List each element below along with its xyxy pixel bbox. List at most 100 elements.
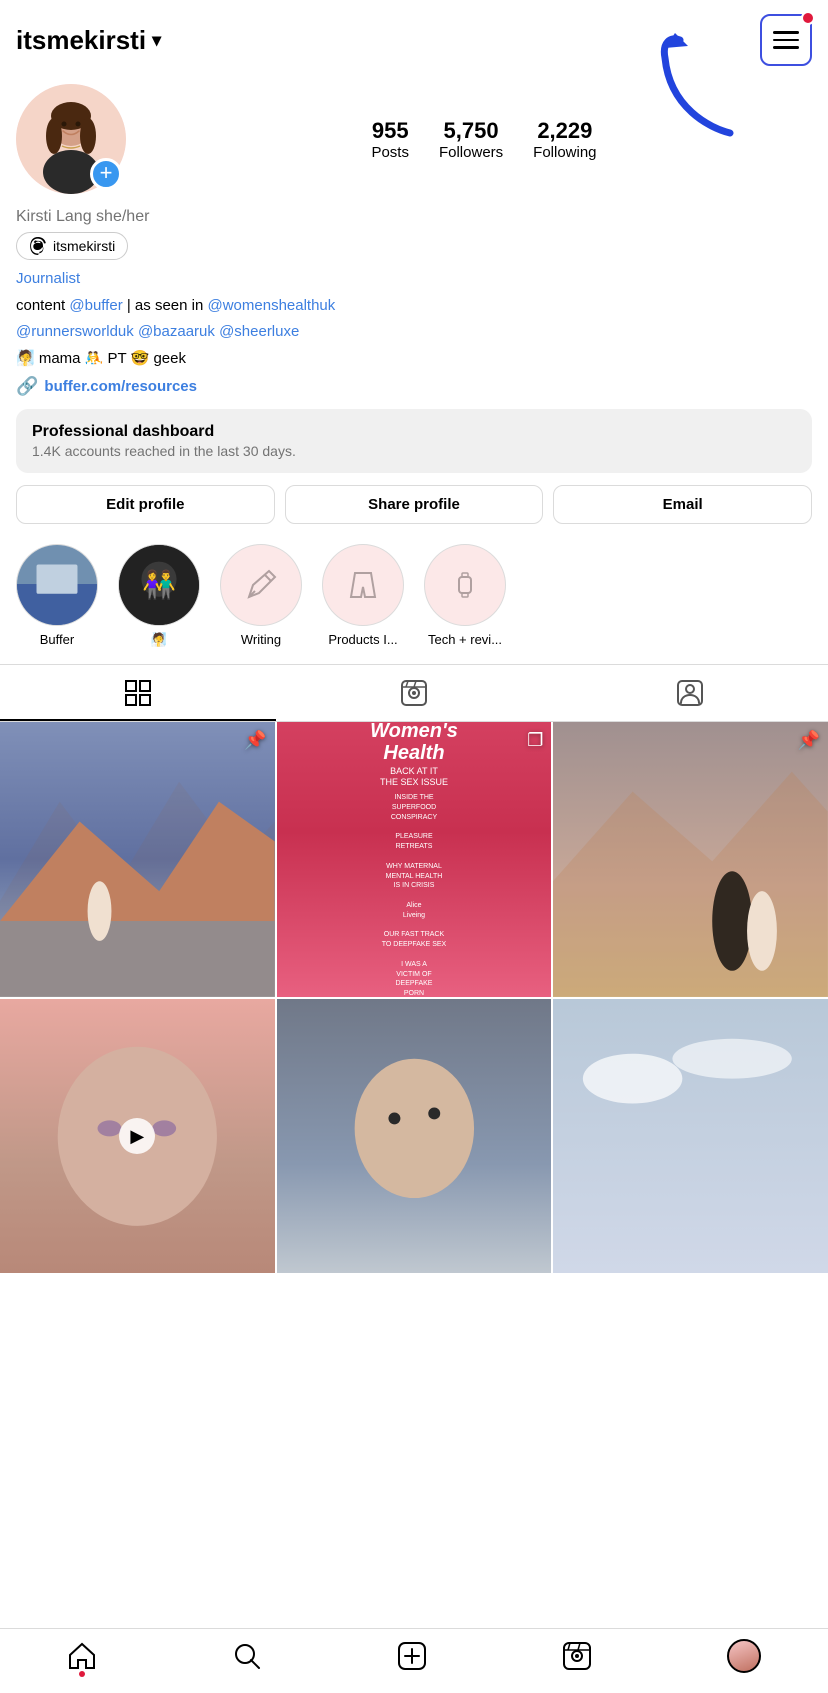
photo-cell-2[interactable]: Women'sHealth BACK AT ITTHE SEX ISSUE IN… <box>277 722 552 997</box>
nav-profile[interactable] <box>727 1639 761 1673</box>
highlight-label-buffer: Buffer <box>40 632 74 647</box>
profile-section: + 955 Posts 5,750 Followers 2,229 Follow… <box>0 74 828 664</box>
svg-text:👫: 👫 <box>142 569 176 600</box>
external-link[interactable]: 🔗 buffer.com/resources <box>16 376 812 397</box>
threads-logo-icon <box>29 237 47 255</box>
bazaar-link[interactable]: @bazaaruk <box>138 323 215 340</box>
add-to-story-button[interactable]: + <box>90 158 122 190</box>
create-icon <box>397 1641 427 1671</box>
highlight-label-writing: Writing <box>241 632 281 647</box>
menu-line-2 <box>773 39 799 42</box>
followers-stat[interactable]: 5,750 Followers <box>439 118 503 161</box>
posts-label: Posts <box>371 144 409 161</box>
avatar-wrapper: + <box>16 84 126 194</box>
threads-link[interactable]: itsmekirsti <box>16 232 128 260</box>
sheerluxe-link[interactable]: @sheerluxe <box>219 323 299 340</box>
photo-cell-4[interactable]: ▶ <box>0 999 275 1274</box>
menu-line-3 <box>773 46 799 49</box>
womenshealth-link[interactable]: @womenshealthuk <box>207 297 335 314</box>
display-name: Kirsti Lang <box>16 208 92 225</box>
following-count: 2,229 <box>537 118 592 144</box>
photo-cell-3[interactable]: 📌 <box>553 722 828 997</box>
following-stat[interactable]: 2,229 Following <box>533 118 596 161</box>
magazine-subtitle: BACK AT ITTHE SEX ISSUE <box>380 766 448 789</box>
action-buttons: Edit profile Share profile Email <box>16 485 812 524</box>
nav-search[interactable] <box>232 1641 262 1671</box>
bottom-nav-spacer <box>0 1273 828 1353</box>
content-tab-bar <box>0 664 828 722</box>
link-url: buffer.com/resources <box>44 378 197 395</box>
highlight-circle-writing <box>220 544 302 626</box>
header-icons <box>698 14 812 66</box>
highlight-buffer[interactable]: Buffer <box>16 544 98 648</box>
highlight-circle-products <box>322 544 404 626</box>
magazine-title: Women'sHealth <box>370 722 458 764</box>
writing-icon <box>241 565 281 605</box>
followers-count: 5,750 <box>444 118 499 144</box>
tab-tagged[interactable] <box>552 665 828 721</box>
runners-link[interactable]: @runnersworlduk <box>16 323 134 340</box>
following-label: Following <box>533 144 596 161</box>
username-text: itsmekirsti <box>16 25 146 56</box>
highlight-writing[interactable]: Writing <box>220 544 302 648</box>
buffer-link[interactable]: @buffer <box>69 297 122 314</box>
bio-emojis-line: 🧖 mama 🤼 PT 🤓 geek <box>16 348 812 371</box>
buffer-thumbnail <box>17 544 97 626</box>
bio-journalist: Journalist <box>16 268 812 291</box>
pin-icon-3: 📌 <box>798 730 820 751</box>
nav-create[interactable] <box>397 1641 427 1671</box>
email-button[interactable]: Email <box>553 485 812 524</box>
journalist-link[interactable]: Journalist <box>16 270 80 287</box>
header: itsmekirsti ▾ <box>0 0 828 74</box>
home-active-dot <box>79 1671 85 1677</box>
grid-icon <box>124 679 152 707</box>
products-icon <box>343 565 383 605</box>
highlights-row: Buffer 👫 🧖 Writing <box>16 540 812 664</box>
bio-content-line: content @buffer | as seen in @womensheal… <box>16 295 812 318</box>
profile-top: + 955 Posts 5,750 Followers 2,229 Follow… <box>16 84 812 194</box>
highlight-circle-emoji: 👫 <box>118 544 200 626</box>
bottom-navigation <box>0 1628 828 1693</box>
notification-button[interactable] <box>698 18 742 62</box>
nav-home[interactable] <box>67 1641 97 1671</box>
photo-grid: 📌 Women'sHealth BACK AT ITTHE SEX ISSUE … <box>0 722 828 1273</box>
search-icon <box>232 1641 262 1671</box>
photo-cell-6[interactable] <box>553 999 828 1274</box>
multi-icon-2: ❐ <box>527 730 543 751</box>
play-icon-4: ▶ <box>119 1118 155 1154</box>
tab-reels[interactable] <box>276 665 552 721</box>
highlight-circle-tech <box>424 544 506 626</box>
photo-cell-1[interactable]: 📌 <box>0 722 275 997</box>
home-icon <box>67 1641 97 1671</box>
tab-grid[interactable] <box>0 665 276 721</box>
highlight-products[interactable]: Products I... <box>322 544 404 648</box>
dashboard-subtitle: 1.4K accounts reached in the last 30 day… <box>32 443 796 459</box>
posts-stat[interactable]: 955 Posts <box>371 118 409 161</box>
highlight-emoji[interactable]: 👫 🧖 <box>118 544 200 648</box>
tagged-icon <box>676 679 704 707</box>
photo-5-image <box>277 999 552 1274</box>
highlight-label-emoji: 🧖 <box>151 632 167 648</box>
menu-notification-dot <box>801 11 815 25</box>
username-area[interactable]: itsmekirsti ▾ <box>16 25 161 56</box>
highlight-circle-buffer <box>16 544 98 626</box>
professional-dashboard[interactable]: Professional dashboard 1.4K accounts rea… <box>16 409 812 473</box>
highlight-tech[interactable]: Tech + revi... <box>424 544 506 648</box>
followers-label: Followers <box>439 144 503 161</box>
edit-profile-button[interactable]: Edit profile <box>16 485 275 524</box>
photo-cell-5[interactable] <box>277 999 552 1274</box>
pronouns: she/her <box>96 208 149 225</box>
menu-line-1 <box>773 31 799 34</box>
nav-reels[interactable] <box>562 1641 592 1671</box>
chevron-down-icon[interactable]: ▾ <box>152 30 161 51</box>
highlight-label-tech: Tech + revi... <box>428 632 502 647</box>
magazine-cover: Women'sHealth BACK AT ITTHE SEX ISSUE IN… <box>277 722 552 997</box>
bio-section: Kirsti Lang she/her itsmekirsti Journali… <box>16 208 812 397</box>
reels-icon <box>400 679 428 707</box>
posts-count: 955 <box>372 118 409 144</box>
share-profile-button[interactable]: Share profile <box>285 485 544 524</box>
bio-publications-line: @runnersworlduk @bazaaruk @sheerluxe <box>16 321 812 344</box>
photo-3-image <box>553 722 828 997</box>
menu-button[interactable] <box>760 14 812 66</box>
tech-icon <box>445 565 485 605</box>
